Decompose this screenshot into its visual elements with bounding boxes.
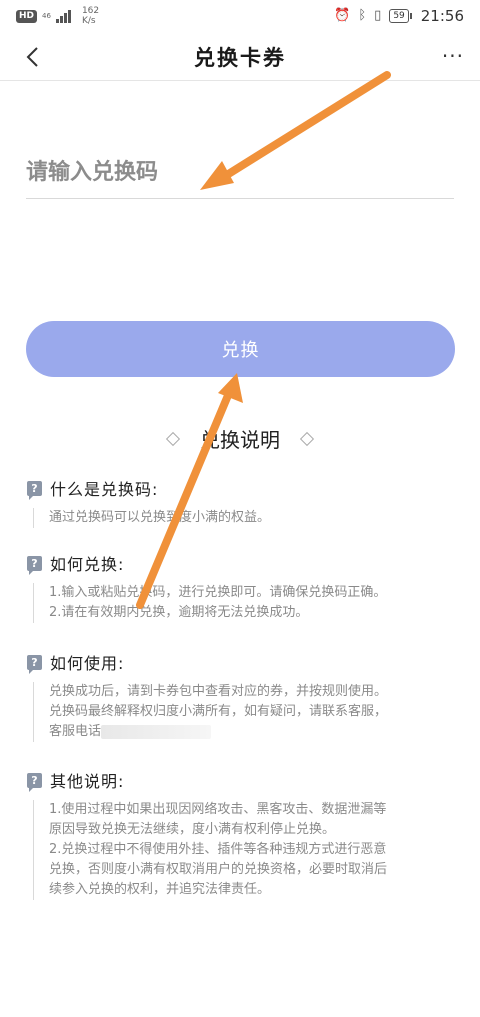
status-bar: HD 46 162 K/s ⏰ ᛒ ▯ 59 21:56	[0, 0, 480, 34]
faq-body: 兑换成功后，请到卡券包中查看对应的券，并按规则使用。 兑换码最终解释权归度小满所…	[33, 682, 457, 742]
faq-line: 兑换成功后，请到卡券包中查看对应的券，并按规则使用。	[49, 684, 388, 699]
faq-line: 原因导致兑换无法继续，度小满有权利停止兑换。	[49, 822, 336, 837]
faq-line: 客服电话	[49, 722, 457, 742]
faq-header: ? 如何使用:	[27, 650, 457, 674]
speed-unit: K/s	[81, 16, 96, 26]
alarm-icon: ⏰	[334, 8, 351, 23]
faq-body: 通过兑换码可以兑换到度小满的权益。	[33, 508, 457, 528]
faq-line: 1.输入或粘贴兑换码，进行兑换即可。请确保兑换码正确。	[49, 585, 387, 600]
signal-icon	[55, 9, 71, 23]
faq-body: 1.输入或粘贴兑换码，进行兑换即可。请确保兑换码正确。 2.请在有效期内兑换，逾…	[33, 583, 457, 623]
redeem-button[interactable]: 兑换	[26, 321, 455, 377]
section-title: 兑换说明	[200, 428, 280, 452]
question-icon: ?	[27, 772, 42, 792]
redeem-code-input[interactable]	[26, 146, 454, 199]
diamond-icon	[165, 431, 181, 446]
faq-body: 1.使用过程中如果出现因网络攻击、黑客攻击、数据泄漏等 原因导致兑换无法继续，度…	[33, 800, 457, 900]
battery-icon: 59	[389, 9, 413, 23]
bluetooth-icon: ᛒ	[358, 8, 367, 23]
faq-line: 2.请在有效期内兑换，逾期将无法兑换成功。	[49, 605, 309, 620]
faq-other-notes: ? 其他说明: 1.使用过程中如果出现因网络攻击、黑客攻击、数据泄漏等 原因导致…	[27, 768, 457, 900]
faq-title: 如何使用:	[50, 654, 125, 673]
faq-line-text: 客服电话	[49, 724, 102, 739]
faq-title: 如何兑换:	[50, 555, 125, 574]
clock: 21:56	[420, 7, 464, 25]
faq-header: ? 什么是兑换码:	[27, 476, 457, 500]
section-heading: 兑换说明	[0, 424, 480, 453]
faq-header: ? 其他说明:	[27, 768, 457, 792]
speed-value: 162	[81, 6, 100, 16]
faq-line: 续参入兑换的权利，并追究法律责任。	[49, 882, 271, 897]
hd-badge: HD	[16, 9, 38, 23]
network-speed: 162 K/s	[82, 6, 99, 26]
network-type: 46	[42, 12, 51, 20]
faq-line: 1.使用过程中如果出现因网络攻击、黑客攻击、数据泄漏等	[49, 802, 387, 817]
faq-title: 什么是兑换码:	[50, 480, 159, 499]
vibrate-icon: ▯	[374, 8, 382, 23]
faq-line: 2.兑换过程中不得使用外挂、插件等各种违规方式进行恶意	[49, 842, 387, 857]
faq-how-to-redeem: ? 如何兑换: 1.输入或粘贴兑换码，进行兑换即可。请确保兑换码正确。 2.请在…	[27, 551, 457, 623]
diamond-icon	[299, 431, 315, 446]
question-icon: ?	[27, 654, 42, 674]
faq-what-is-code: ? 什么是兑换码: 通过兑换码可以兑换到度小满的权益。	[27, 476, 457, 528]
page-title: 兑换卡券	[194, 45, 286, 70]
status-left: HD 46 162 K/s	[16, 6, 99, 26]
faq-line: 兑换码最终解释权归度小满所有，如有疑问，请联系客服，	[49, 704, 388, 719]
faq-line: 兑换，否则度小满有权取消用户的兑换资格，必要时取消后	[49, 862, 388, 877]
question-icon: ?	[27, 555, 42, 575]
faq-how-to-use: ? 如何使用: 兑换成功后，请到卡券包中查看对应的券，并按规则使用。 兑换码最终…	[27, 650, 457, 742]
more-button[interactable]: ···	[442, 46, 464, 66]
status-right: ⏰ ᛒ ▯ 59 21:56	[334, 7, 464, 25]
faq-line: 通过兑换码可以兑换到度小满的权益。	[49, 510, 271, 525]
redacted-phone	[101, 724, 212, 739]
faq-title: 其他说明:	[50, 772, 125, 791]
nav-bar: 兑换卡券 ···	[0, 34, 480, 81]
question-icon: ?	[27, 480, 42, 500]
faq-header: ? 如何兑换:	[27, 551, 457, 575]
